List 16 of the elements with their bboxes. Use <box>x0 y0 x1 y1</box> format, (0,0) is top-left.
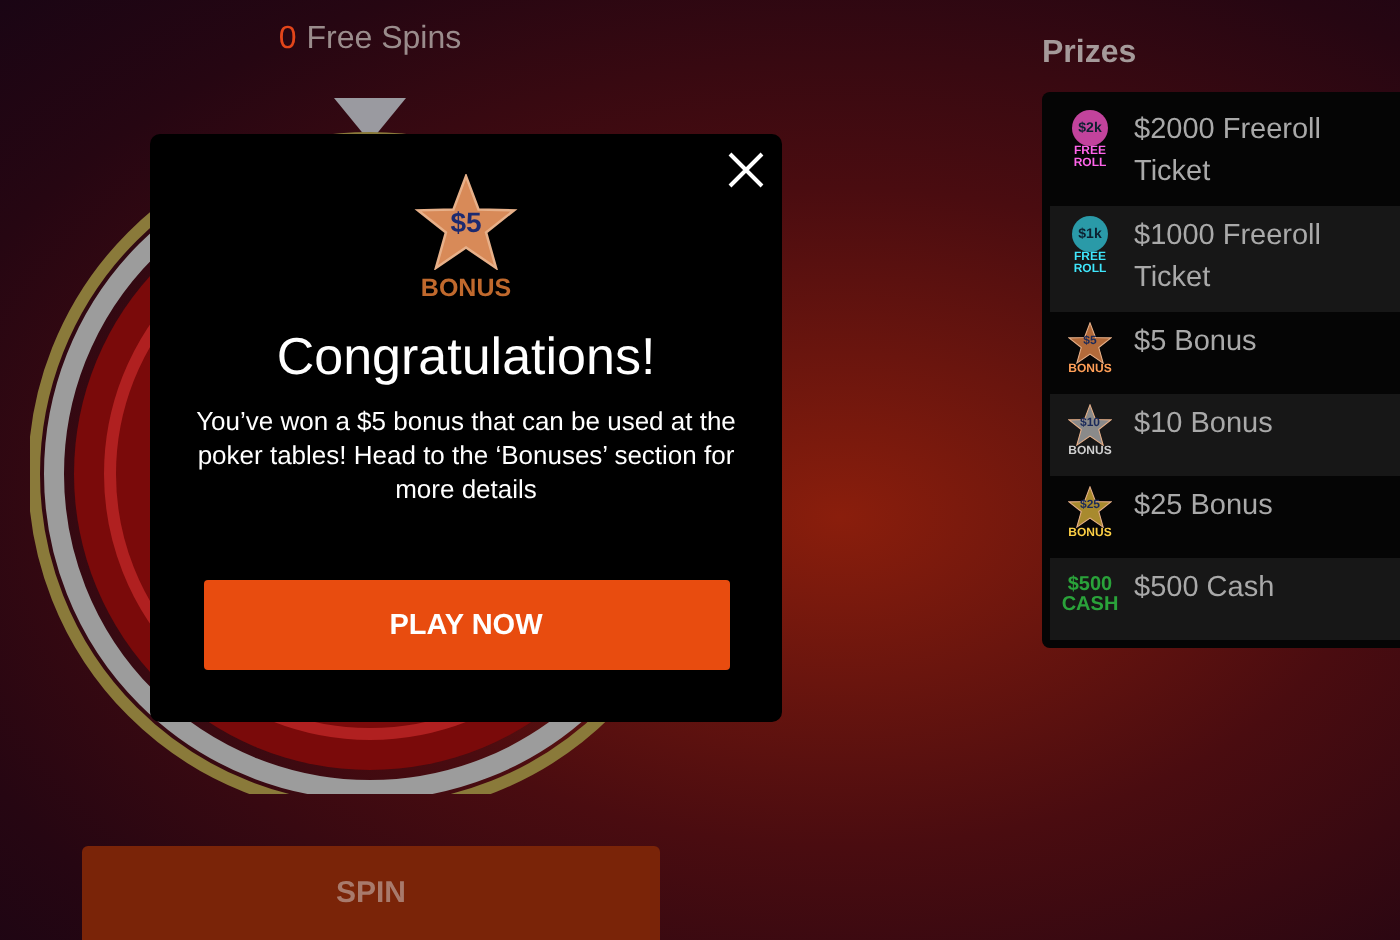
play-now-button[interactable]: PLAY NOW <box>203 580 729 670</box>
prize-label: $2000 Freeroll Ticket <box>1134 112 1323 192</box>
bonus-star-icon: $5 <box>410 174 522 270</box>
prizes-title: Prizes <box>1042 36 1139 72</box>
close-button[interactable] <box>726 150 766 190</box>
dialog-title: Congratulations! <box>276 326 656 388</box>
cash-icon: $500 CASH <box>1058 568 1122 628</box>
prize-label: $1000 Freeroll Ticket <box>1134 218 1323 298</box>
bonus-caption: BONUS <box>420 274 512 302</box>
dialog-message: You’ve won a $5 bonus that can be used at the poker tables! Head to the ‘Bonuses’ section for more details <box>194 404 738 506</box>
prize-label: $25 Bonus <box>1134 488 1275 526</box>
free-spins-count: 0 <box>278 22 297 58</box>
prize-label: $500 Cash <box>1134 570 1277 608</box>
prize-label: $10 Bonus <box>1134 406 1275 444</box>
free-spins-label: Free Spins <box>306 22 462 58</box>
prize-label: $5 Bonus <box>1134 324 1259 362</box>
